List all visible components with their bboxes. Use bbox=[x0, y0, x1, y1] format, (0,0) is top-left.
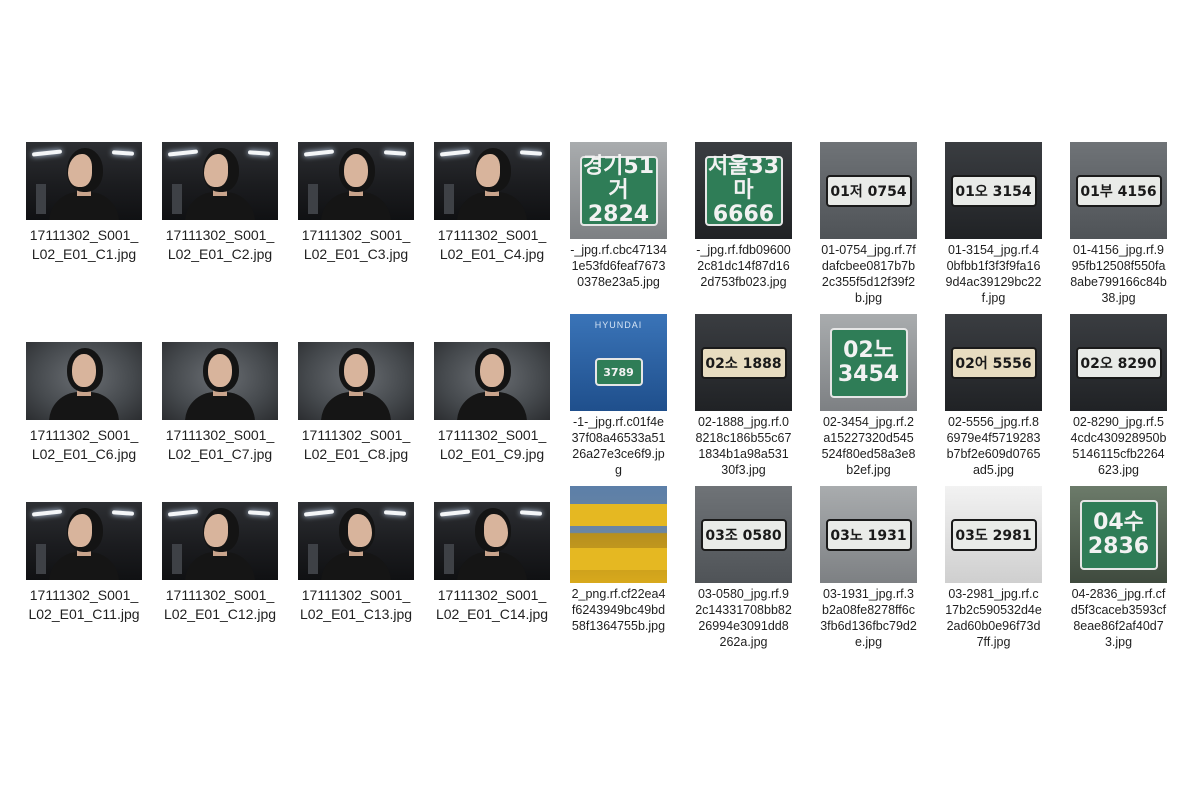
file-item[interactable]: 17111302_S001_L02_E01_C2.jpg bbox=[162, 142, 278, 312]
file-name: 17111302_S001_L02_E01_C4.jpg bbox=[437, 227, 547, 262]
file-item[interactable]: 03노 1931 03-1931_jpg.rf.3b2a08fe8278ff6c3… bbox=[820, 486, 917, 658]
file-name: 17111302_S001_L02_E01_C3.jpg bbox=[301, 227, 411, 262]
file-name: 17111302_S001_L02_E01_C6.jpg bbox=[29, 427, 139, 462]
file-item[interactable]: 17111302_S001_L02_E01_C11.jpg bbox=[26, 502, 142, 672]
thumbnail-image[interactable] bbox=[298, 502, 414, 580]
file-item[interactable]: 2_png.rf.cf22ea4f6243949bc49bd58f1364755… bbox=[570, 486, 667, 658]
thumbnail-image[interactable]: 03노 1931 bbox=[820, 486, 917, 583]
file-name: 04-2836_jpg.rf.cfd5f3caceb3593cf8eae86f2… bbox=[1070, 587, 1167, 649]
file-item[interactable]: 04수 2836 04-2836_jpg.rf.cfd5f3caceb3593cf… bbox=[1070, 486, 1167, 658]
vehicle-brand-text: HYUNDAI bbox=[594, 320, 643, 330]
file-name: -_jpg.rf.cbc471341e53fd6feaf76730378e23a… bbox=[570, 243, 667, 289]
thumbnail-image[interactable]: 경기51 거2824 bbox=[570, 142, 667, 239]
thumbnail-image[interactable] bbox=[434, 342, 550, 420]
file-name: 17111302_S001_L02_E01_C14.jpg bbox=[435, 587, 549, 622]
file-name: 17111302_S001_L02_E01_C7.jpg bbox=[165, 427, 275, 462]
thumbnail-image[interactable] bbox=[26, 142, 142, 220]
plate-text: 02어 5556 bbox=[950, 346, 1037, 379]
file-name: -1-_jpg.rf.c01f4e37f08a46533a5126a27e3ce… bbox=[571, 415, 666, 477]
plate-text: 03노 1931 bbox=[825, 518, 912, 551]
file-item[interactable]: 3789 HYUNDAI -1-_jpg.rf.c01f4e37f08a46533a… bbox=[570, 314, 667, 486]
file-item[interactable]: 17111302_S001_L02_E01_C8.jpg bbox=[298, 312, 414, 502]
thumbnail-image[interactable] bbox=[298, 142, 414, 220]
file-name: 02-5556_jpg.rf.86979e4f5719283b7bf2e609d… bbox=[946, 415, 1041, 477]
file-name: -_jpg.rf.fdb096002c81dc14f87d162d753fb02… bbox=[696, 243, 791, 289]
plate-text: 02오 8290 bbox=[1075, 346, 1162, 379]
file-item[interactable]: 03조 0580 03-0580_jpg.rf.92c14331708bb8226… bbox=[695, 486, 792, 658]
thumbnail-image[interactable]: 01부 4156 bbox=[1070, 142, 1167, 239]
file-item[interactable]: 03도 2981 03-2981_jpg.rf.c17b2c590532d4e2a… bbox=[945, 486, 1042, 658]
file-item[interactable]: 경기51 거2824 -_jpg.rf.cbc471341e53fd6feaf76… bbox=[570, 142, 667, 314]
file-item[interactable]: 01부 4156 01-4156_jpg.rf.995fb12508f550fa8… bbox=[1070, 142, 1167, 314]
plate-text: 02소 1888 bbox=[700, 346, 787, 379]
file-name: 02-8290_jpg.rf.54cdc430928950b5146115cfb… bbox=[1070, 415, 1167, 477]
file-name: 02-3454_jpg.rf.2a15227320d545524f80ed58a… bbox=[821, 415, 916, 477]
thumbnail-image[interactable] bbox=[26, 342, 142, 420]
thumbnail-image[interactable]: 02어 5556 bbox=[945, 314, 1042, 411]
thumbnail-image[interactable] bbox=[434, 142, 550, 220]
file-item[interactable]: 17111302_S001_L02_E01_C12.jpg bbox=[162, 502, 278, 672]
thumbnail-image[interactable]: 02노 3454 bbox=[820, 314, 917, 411]
thumbnail-image[interactable]: 04수 2836 bbox=[1070, 486, 1167, 583]
plate-text: 01저 0754 bbox=[825, 174, 912, 207]
file-item[interactable]: 17111302_S001_L02_E01_C13.jpg bbox=[298, 502, 414, 672]
plate-text: 04수 2836 bbox=[1079, 499, 1158, 570]
file-name: 03-0580_jpg.rf.92c14331708bb8226994e3091… bbox=[695, 587, 792, 649]
file-name: 01-3154_jpg.rf.40bfbb1f3f3f9fa169d4ac391… bbox=[945, 243, 1042, 305]
file-name: 03-2981_jpg.rf.c17b2c590532d4e2ad60b0e96… bbox=[945, 587, 1042, 649]
plate-text: 01부 4156 bbox=[1075, 174, 1162, 207]
file-item[interactable]: 02소 1888 02-1888_jpg.rf.08218c186b55c6718… bbox=[695, 314, 792, 486]
license-plate-grid: 경기51 거2824 -_jpg.rf.cbc471341e53fd6feaf76… bbox=[570, 142, 1167, 658]
thumbnail-image[interactable]: 03도 2981 bbox=[945, 486, 1042, 583]
file-name: 01-0754_jpg.rf.7fdafcbee0817b7b2c355f5d1… bbox=[821, 243, 916, 305]
file-item[interactable]: 17111302_S001_L02_E01_C9.jpg bbox=[434, 312, 550, 502]
file-name: 17111302_S001_L02_E01_C12.jpg bbox=[163, 587, 277, 622]
file-item[interactable]: 17111302_S001_L02_E01_C14.jpg bbox=[434, 502, 550, 672]
thumbnail-image[interactable] bbox=[162, 142, 278, 220]
file-item[interactable]: 02오 8290 02-8290_jpg.rf.54cdc430928950b51… bbox=[1070, 314, 1167, 486]
file-item[interactable]: 17111302_S001_L02_E01_C4.jpg bbox=[434, 142, 550, 312]
thumbnail-image[interactable]: 03조 0580 bbox=[695, 486, 792, 583]
thumbnail-image[interactable]: 01저 0754 bbox=[820, 142, 917, 239]
file-name: 02-1888_jpg.rf.08218c186b55c671834b1a98a… bbox=[695, 415, 792, 477]
file-item[interactable]: 서울33 마6666 -_jpg.rf.fdb096002c81dc14f87d1… bbox=[695, 142, 792, 314]
thumbnail-image[interactable] bbox=[570, 486, 667, 583]
file-name: 03-1931_jpg.rf.3b2a08fe8278ff6c3fb6d136f… bbox=[820, 587, 917, 649]
file-name: 17111302_S001_L02_E01_C2.jpg bbox=[165, 227, 275, 262]
file-name: 2_png.rf.cf22ea4f6243949bc49bd58f1364755… bbox=[571, 587, 666, 633]
file-name: 17111302_S001_L02_E01_C13.jpg bbox=[299, 587, 413, 622]
file-item[interactable]: 01저 0754 01-0754_jpg.rf.7fdafcbee0817b7b2… bbox=[820, 142, 917, 314]
thumbnail-image[interactable]: 02소 1888 bbox=[695, 314, 792, 411]
thumbnail-image[interactable] bbox=[298, 342, 414, 420]
plate-text: 3789 bbox=[594, 358, 643, 387]
file-name: 17111302_S001_L02_E01_C11.jpg bbox=[28, 587, 140, 622]
file-item[interactable]: 01오 3154 01-3154_jpg.rf.40bfbb1f3f3f9fa16… bbox=[945, 142, 1042, 314]
plate-text: 03조 0580 bbox=[700, 518, 787, 551]
plate-text: 02노 3454 bbox=[829, 327, 908, 398]
thumbnail-image[interactable]: 서울33 마6666 bbox=[695, 142, 792, 239]
thumbnail-image[interactable]: 02오 8290 bbox=[1070, 314, 1167, 411]
thumbnail-image[interactable] bbox=[26, 502, 142, 580]
thumbnail-image[interactable] bbox=[434, 502, 550, 580]
thumbnail-image[interactable]: 3789 HYUNDAI bbox=[570, 314, 667, 411]
plate-text: 경기51 거2824 bbox=[579, 154, 658, 226]
thumbnail-image[interactable] bbox=[162, 502, 278, 580]
thumbnail-image[interactable] bbox=[162, 342, 278, 420]
file-name: 01-4156_jpg.rf.995fb12508f550fa8abe79916… bbox=[1070, 243, 1167, 305]
file-name: 17111302_S001_L02_E01_C1.jpg bbox=[29, 227, 139, 262]
plate-text: 03도 2981 bbox=[950, 518, 1037, 551]
thumbnail-image[interactable]: 01오 3154 bbox=[945, 142, 1042, 239]
file-item[interactable]: 17111302_S001_L02_E01_C3.jpg bbox=[298, 142, 414, 312]
file-item[interactable]: 02노 3454 02-3454_jpg.rf.2a15227320d545524… bbox=[820, 314, 917, 486]
plate-text: 서울33 마6666 bbox=[704, 154, 783, 226]
file-item[interactable]: 02어 5556 02-5556_jpg.rf.86979e4f5719283b7… bbox=[945, 314, 1042, 486]
file-item[interactable]: 17111302_S001_L02_E01_C6.jpg bbox=[26, 312, 142, 502]
file-item[interactable]: 17111302_S001_L02_E01_C7.jpg bbox=[162, 312, 278, 502]
face-photo-grid: 17111302_S001_L02_E01_C1.jpg 17111302_S00… bbox=[26, 142, 550, 672]
plate-text: 01오 3154 bbox=[950, 174, 1037, 207]
file-name: 17111302_S001_L02_E01_C9.jpg bbox=[437, 427, 547, 462]
file-item[interactable]: 17111302_S001_L02_E01_C1.jpg bbox=[26, 142, 142, 312]
file-name: 17111302_S001_L02_E01_C8.jpg bbox=[301, 427, 411, 462]
